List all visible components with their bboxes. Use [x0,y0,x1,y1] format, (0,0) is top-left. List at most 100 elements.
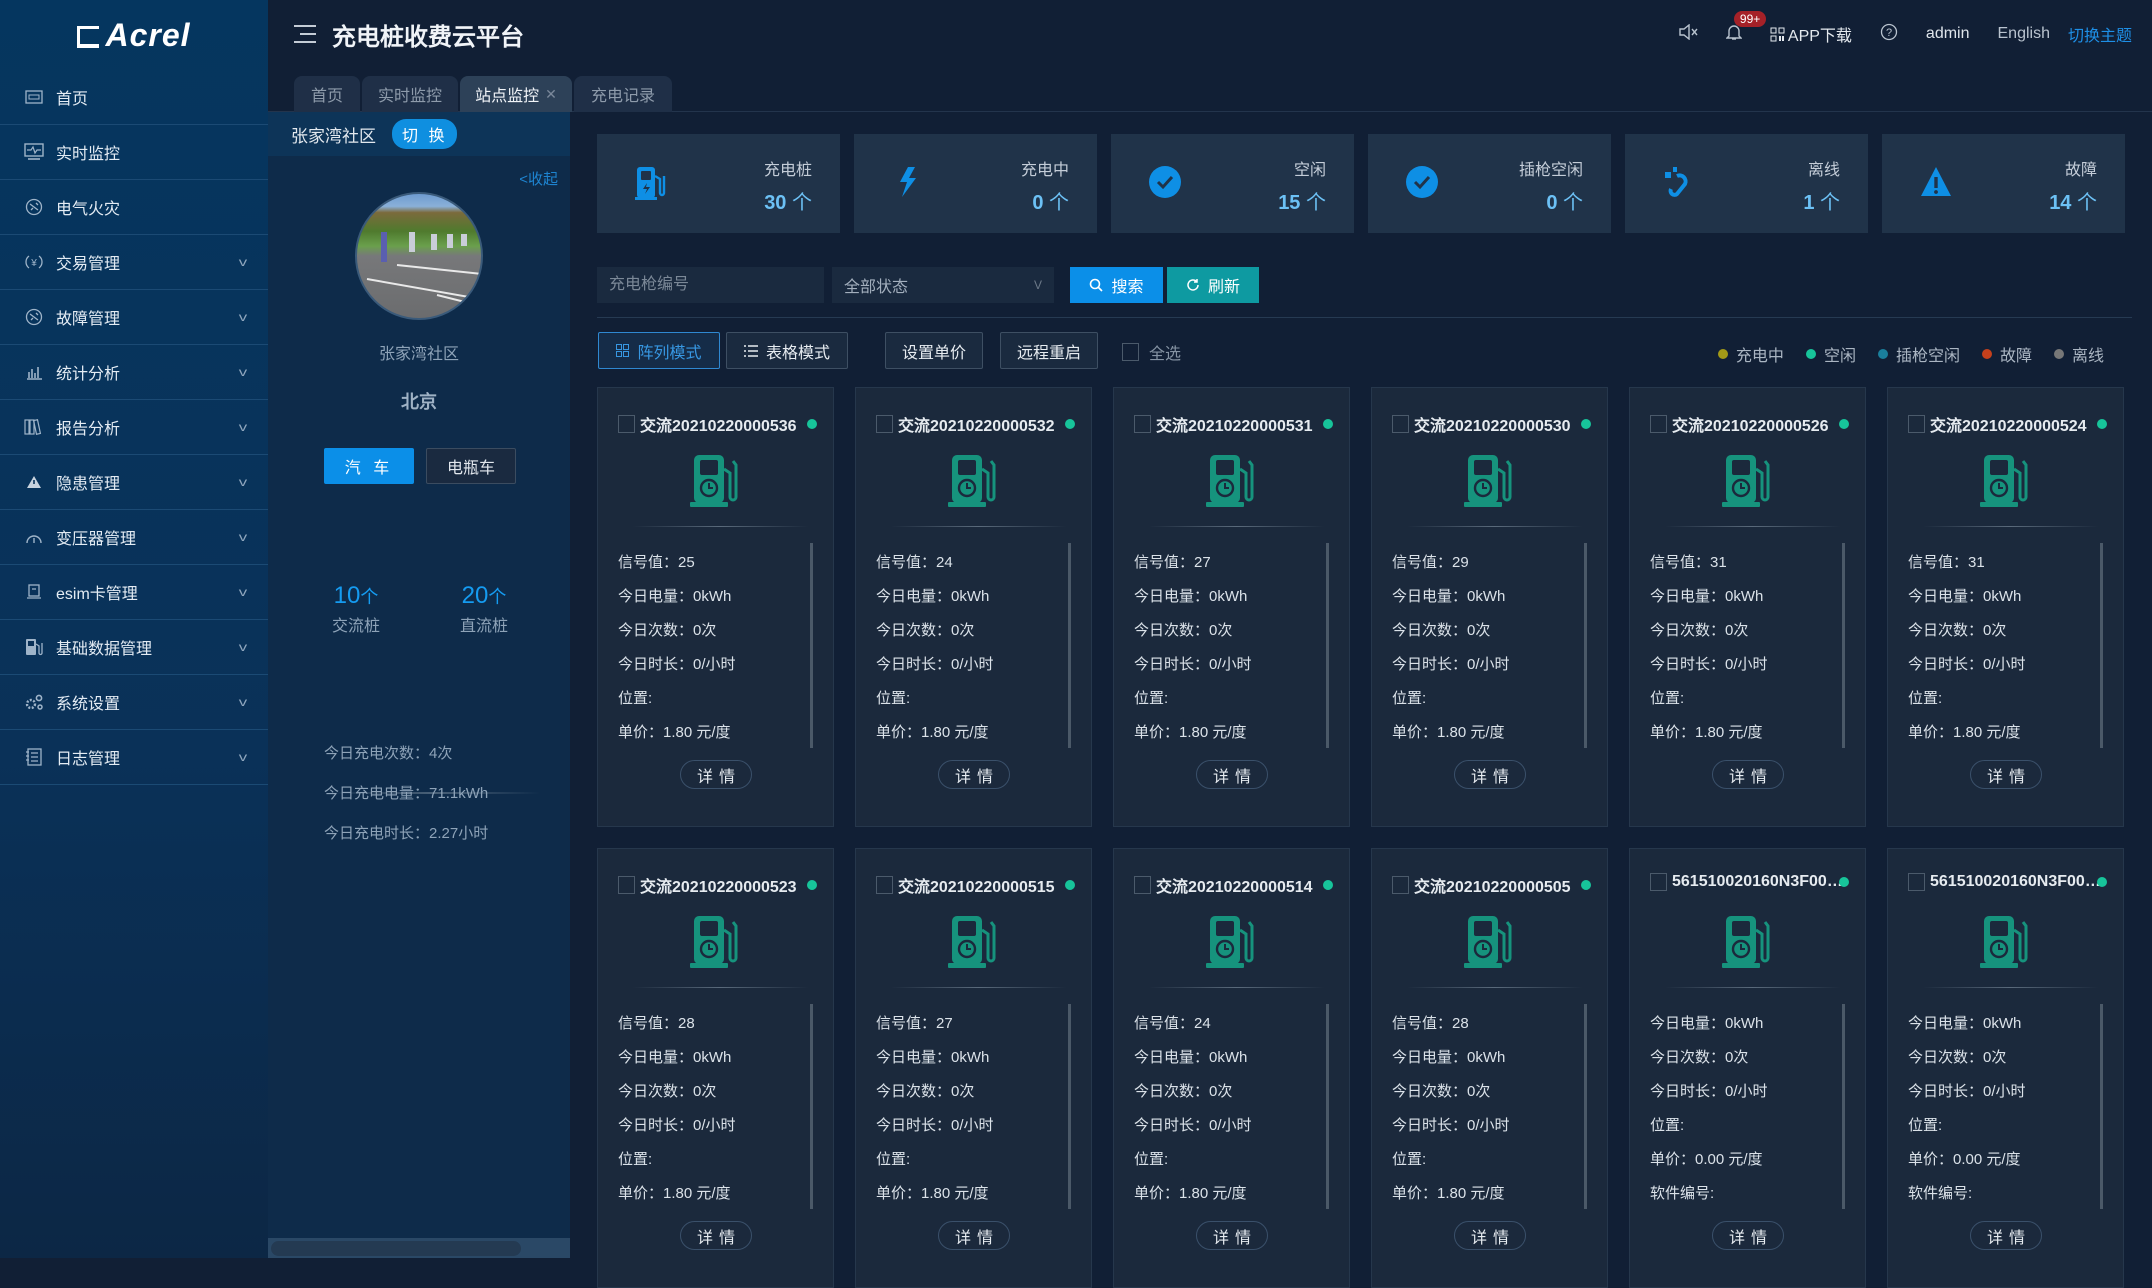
legend-item: 故障 [1982,342,2032,366]
card-checkbox[interactable] [1392,876,1409,894]
stat-card-4[interactable]: 离线1 个 [1625,134,1868,233]
gun-number-input[interactable] [597,267,824,303]
status-select[interactable]: 全部状态V [832,267,1054,303]
menu-toggle-icon[interactable] [294,25,316,43]
detail-button[interactable]: 详情 [1970,760,2042,789]
sidebar-item-2[interactable]: 电气火灾 [0,180,268,235]
card-scrollbar[interactable] [2100,543,2103,748]
legend-label: 空闲 [1824,342,1856,366]
stat-label: 故障 [2065,156,2097,180]
card-checkbox[interactable] [1134,876,1151,894]
sidebar-item-11[interactable]: 系统设置v [0,675,268,730]
sidebar-item-8[interactable]: 变压器管理v [0,510,268,565]
detail-button[interactable]: 详情 [1454,1221,1526,1250]
card-checkbox[interactable] [1134,415,1151,433]
grid-mode-label: 阵列模式 [637,339,701,363]
detail-button[interactable]: 详情 [1196,760,1268,789]
search-button[interactable]: 搜索 [1070,267,1163,303]
stat-card-2[interactable]: 空闲15 个 [1111,134,1354,233]
sidebar-item-10[interactable]: 基础数据管理v [0,620,268,675]
table-mode-button[interactable]: 表格模式 [726,332,848,369]
card-checkbox[interactable] [1650,415,1667,433]
card-scrollbar[interactable] [1326,543,1329,748]
vehicle-car-button[interactable]: 汽 车 [324,448,414,484]
card-scrollbar[interactable] [810,543,813,748]
card-checkbox[interactable] [1650,873,1667,891]
card-checkbox[interactable] [876,415,893,433]
checkbox[interactable] [1122,343,1139,361]
user-menu[interactable]: admin [1926,25,1970,43]
vehicle-ebike-button[interactable]: 电瓶车 [426,448,516,484]
switch-station-button[interactable]: 切 换 [392,119,457,149]
card-scrollbar[interactable] [1584,1004,1587,1209]
card-checkbox[interactable] [618,415,635,433]
tab-station-monitor[interactable]: 站点监控✕ [460,76,572,112]
sidebar-item-5[interactable]: 统计分析v [0,345,268,400]
card-scrollbar[interactable] [1842,1004,1845,1209]
detail-button[interactable]: 详情 [1970,1221,2042,1250]
card-location: 位置: [1908,682,2026,716]
remote-restart-button[interactable]: 远程重启 [1000,332,1098,369]
chevron-down-icon: v [239,750,247,764]
sidebar-item-1[interactable]: 实时监控 [0,125,268,180]
card-scrollbar[interactable] [1068,543,1071,748]
stat-label: 充电桩 [764,156,812,180]
refresh-button[interactable]: 刷新 [1167,267,1259,303]
card-checkbox[interactable] [876,876,893,894]
detail-button[interactable]: 详情 [1712,760,1784,789]
stat-label: 空闲 [1294,156,1326,180]
card-scrollbar[interactable] [1584,543,1587,748]
tab-home[interactable]: 首页 [294,76,360,112]
detail-button[interactable]: 详情 [1712,1221,1784,1250]
horizontal-scrollbar[interactable] [268,1238,570,1258]
detail-button[interactable]: 详情 [938,1221,1010,1250]
speaker-mute-icon[interactable] [1678,24,1698,45]
sidebar-item-7[interactable]: 隐患管理v [0,455,268,510]
sidebar-item-12[interactable]: 日志管理v [0,730,268,785]
chevron-down-icon: V [1034,278,1042,292]
select-all-checkbox[interactable]: 全选 [1122,340,1181,364]
sidebar-item-4[interactable]: 故障管理v [0,290,268,345]
stat-card-1[interactable]: 充电中0 个 [854,134,1097,233]
scrollbar-thumb[interactable] [271,1241,521,1256]
sidebar-item-6[interactable]: 报告分析v [0,400,268,455]
sidebar-item-0[interactable]: 首页 [0,70,268,125]
card-checkbox[interactable] [1392,415,1409,433]
detail-button[interactable]: 详情 [1196,1221,1268,1250]
card-checkbox[interactable] [1908,415,1925,433]
charger-icon [1464,453,1516,508]
card-scrollbar[interactable] [1842,543,1845,748]
theme-switch[interactable]: 切换主题 [2068,22,2132,46]
stat-card-3[interactable]: 插枪空闲0 个 [1368,134,1611,233]
tab-charge-records[interactable]: 充电记录 [574,76,672,112]
detail-button[interactable]: 详情 [680,760,752,789]
app-download-link[interactable]: APP下载 [1770,22,1852,46]
sidebar-item-9[interactable]: esim卡管理v [0,565,268,620]
help-button[interactable]: ? [1880,23,1898,46]
card-scrollbar[interactable] [810,1004,813,1209]
card-energy: 今日电量：0kWh [1392,1041,1510,1075]
detail-button[interactable]: 详情 [680,1221,752,1250]
charger-icon [1980,914,2032,969]
collapse-button[interactable]: <收起 [519,168,558,189]
card-count: 今日次数：0次 [1392,614,1510,648]
card-scrollbar[interactable] [1326,1004,1329,1209]
detail-button[interactable]: 详情 [938,760,1010,789]
tab-label: 首页 [311,82,343,106]
notification-bell[interactable]: 99+ [1726,23,1742,46]
card-scrollbar[interactable] [1068,1004,1071,1209]
stat-card-0[interactable]: 充电桩30 个 [597,134,840,233]
card-checkbox[interactable] [1908,873,1925,891]
grid-mode-button[interactable]: 阵列模式 [598,332,720,369]
sidebar-item-3[interactable]: ¥交易管理v [0,235,268,290]
close-tab-icon[interactable]: ✕ [545,86,557,103]
card-checkbox[interactable] [618,876,635,894]
lightning-icon [890,164,926,200]
card-info: 信号值：24今日电量：0kWh今日次数：0次今日时长：0/小时位置:单价：1.8… [876,546,994,750]
set-price-button[interactable]: 设置单价 [885,332,983,369]
tab-realtime-monitor[interactable]: 实时监控 [362,76,458,112]
stat-card-5[interactable]: 故障14 个 [1882,134,2125,233]
card-scrollbar[interactable] [2100,1004,2103,1209]
detail-button[interactable]: 详情 [1454,760,1526,789]
language-switch[interactable]: English [1998,25,2050,43]
